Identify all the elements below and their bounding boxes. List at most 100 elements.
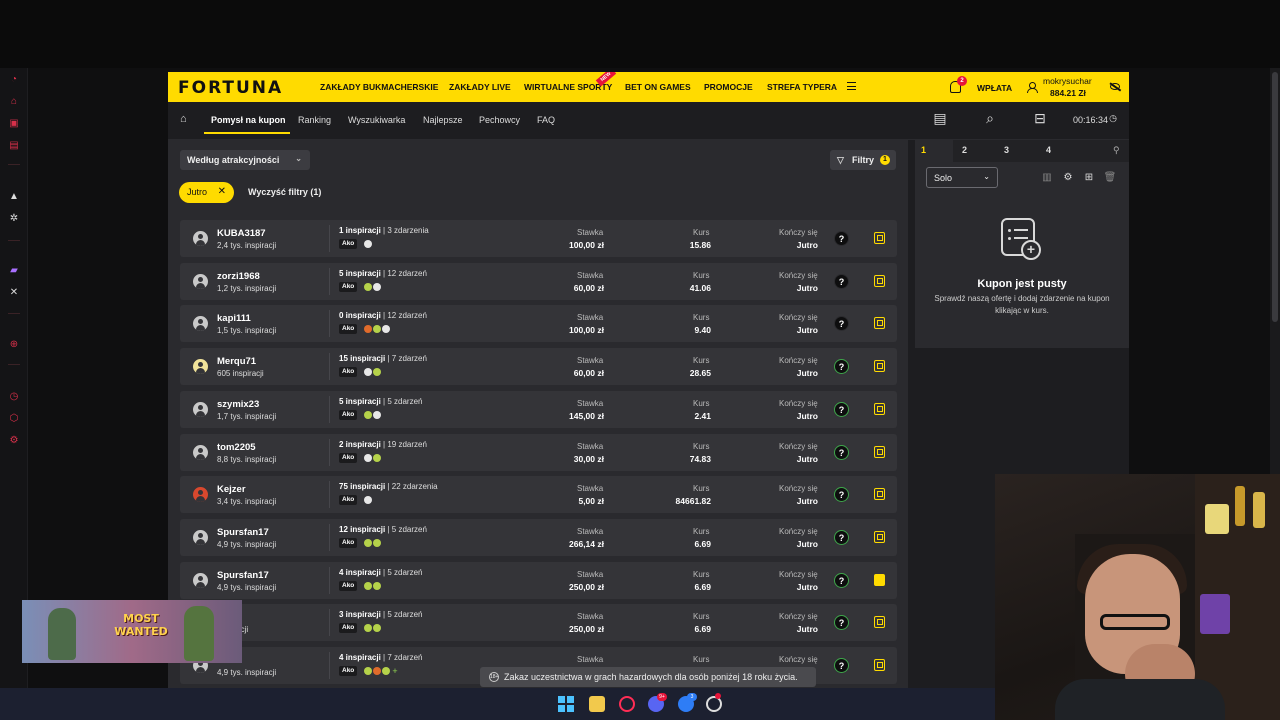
trash-icon[interactable]: 🗑 xyxy=(1104,171,1117,183)
history-icon[interactable]: ◷ xyxy=(7,389,21,403)
help-icon[interactable]: ? xyxy=(834,529,849,545)
settings-icon[interactable]: ⚙ xyxy=(7,433,21,447)
tab-search[interactable]: Wyszukiwarka xyxy=(348,115,405,125)
odds-value[interactable]: 74.83 xyxy=(690,454,711,464)
x-icon[interactable]: ✕ xyxy=(7,285,21,299)
username[interactable]: mokrysuchar xyxy=(1043,76,1092,86)
betslip-tab-3[interactable]: 3 xyxy=(1004,145,1009,155)
nav-promotions[interactable]: PROMOCJE xyxy=(704,82,753,92)
opera-icon[interactable] xyxy=(619,696,635,712)
avatar[interactable] xyxy=(193,444,208,460)
help-icon[interactable]: ? xyxy=(834,615,849,631)
betslip-tab-1[interactable]: 1 xyxy=(921,145,926,155)
odds-value[interactable]: 15.86 xyxy=(690,240,711,250)
tipster-name[interactable]: Spursfan17 xyxy=(217,570,269,581)
tab-coupon-ideas[interactable]: Pomysł na kupon xyxy=(211,115,286,125)
media-icon[interactable]: ▤ xyxy=(7,138,21,152)
odds-value[interactable]: 41.06 xyxy=(690,283,711,293)
copy-coupon-icon[interactable] xyxy=(874,317,885,330)
fortuna-logo[interactable]: FORTUNA xyxy=(178,78,283,98)
filters-button[interactable]: ▽ Filtry 1 xyxy=(830,150,896,170)
home-icon[interactable]: ⌂ xyxy=(180,113,187,125)
copy-coupon-icon[interactable] xyxy=(874,402,885,415)
pin-icon[interactable]: ⚲ xyxy=(1113,145,1120,156)
nav-bookmaker-bets[interactable]: ZAKŁADY BUKMACHERSKIE xyxy=(320,82,438,92)
copy-coupon-icon[interactable] xyxy=(874,360,885,373)
table-row[interactable]: fan17inspiracji3 inspiracji | 5 zdarzeńA… xyxy=(180,604,897,642)
odds-value[interactable]: 9.40 xyxy=(694,325,711,335)
copy-coupon-icon[interactable] xyxy=(874,445,885,458)
close-icon[interactable]: ✕ xyxy=(218,186,226,197)
odds-value[interactable]: 6.69 xyxy=(694,624,711,634)
sort-dropdown[interactable]: Według atrakcyjności ⌄ xyxy=(180,150,310,170)
tipster-name[interactable]: tom2205 xyxy=(217,442,256,453)
file-explorer-icon[interactable] xyxy=(589,696,605,712)
openai-icon[interactable]: ✲ xyxy=(7,211,21,225)
odds-value[interactable]: 6.69 xyxy=(694,539,711,549)
tipster-name[interactable]: Merqu71 xyxy=(217,356,256,367)
windows-start-icon[interactable] xyxy=(558,696,574,712)
filter-chip-tomorrow[interactable]: Jutro ✕ xyxy=(179,182,234,203)
user-icon[interactable] xyxy=(1027,82,1038,93)
avatar[interactable] xyxy=(193,572,208,588)
tipster-name[interactable]: Spursfan17 xyxy=(217,527,269,538)
deposit-button[interactable]: WPŁATA xyxy=(977,83,1012,93)
speed-icon[interactable]: ◔ xyxy=(7,72,21,86)
avatar[interactable] xyxy=(193,316,208,332)
table-row[interactable]: kapi111 1,5 tys. inspiracji 0 inspiracji |… xyxy=(180,305,897,343)
avatar[interactable] xyxy=(193,401,208,417)
odds-value[interactable]: 28.65 xyxy=(690,368,711,378)
card-icon[interactable]: ▣ xyxy=(7,116,21,130)
avatar[interactable] xyxy=(193,487,208,503)
search-icon[interactable]: ⌕ xyxy=(982,110,998,126)
copy-coupon-icon[interactable] xyxy=(874,530,885,543)
help-icon[interactable]: ? xyxy=(834,273,849,289)
tipster-name[interactable]: kapi111 xyxy=(217,313,251,324)
tipster-name[interactable]: Kejzer xyxy=(217,484,246,495)
help-icon[interactable]: ? xyxy=(834,359,849,375)
clear-filters-link[interactable]: Wyczyść filtry (1) xyxy=(248,187,321,197)
add-box-icon[interactable]: ⊞ xyxy=(1083,171,1095,183)
nav-bet-on-games[interactable]: BET ON GAMES xyxy=(625,82,691,92)
table-row[interactable]: KUBA3187 2,4 tys. inspiracji 1 inspiracji … xyxy=(180,220,897,257)
table-row[interactable]: Spursfan17 4,9 tys. inspiracji 4 inspiracj… xyxy=(180,561,897,599)
betslip-tab-4[interactable]: 4 xyxy=(1046,145,1051,155)
menu-icon[interactable] xyxy=(847,82,856,90)
odds-value[interactable]: 84661.82 xyxy=(676,496,711,506)
help-icon[interactable]: ? xyxy=(834,316,849,332)
help-icon[interactable]: ? xyxy=(834,487,849,503)
plus-circle-icon[interactable]: ⊕ xyxy=(7,337,21,351)
book-icon[interactable]: ▥ xyxy=(1041,171,1053,183)
tipster-name[interactable]: szymix23 xyxy=(217,399,259,410)
betslip-tab-2[interactable]: 2 xyxy=(962,145,967,155)
avatar[interactable] xyxy=(193,273,208,289)
nav-tipster-zone[interactable]: STREFA TYPERA xyxy=(767,82,837,92)
help-icon[interactable]: ? xyxy=(834,231,849,246)
scan-icon[interactable]: ⊟ xyxy=(1032,110,1048,126)
copy-coupon-icon[interactable] xyxy=(874,616,885,629)
twitch-icon[interactable]: ▰ xyxy=(7,263,21,277)
table-row[interactable]: Spursfan17 4,9 tys. inspiracji 12 inspirac… xyxy=(180,518,897,556)
help-icon[interactable]: ? xyxy=(834,572,849,588)
tab-faq[interactable]: FAQ xyxy=(537,115,555,125)
receipt-icon[interactable]: ▤ xyxy=(932,110,948,126)
table-row[interactable]: tom2205 8,8 tys. inspiracji 2 inspiracji |… xyxy=(180,433,897,471)
hide-balance-icon[interactable] xyxy=(1110,83,1120,90)
table-row[interactable]: zorzi1968 1,2 tys. inspiracji 5 inspiracji… xyxy=(180,262,897,300)
tipster-name[interactable]: zorzi1968 xyxy=(217,271,260,282)
tab-ranking[interactable]: Ranking xyxy=(298,115,331,125)
bet-type-dropdown[interactable]: Solo ⌄ xyxy=(926,167,998,188)
tab-unlucky[interactable]: Pechowcy xyxy=(479,115,520,125)
settings-icon[interactable]: ⚙ xyxy=(1062,171,1074,183)
copy-coupon-icon[interactable] xyxy=(874,274,885,287)
scrollbar-thumb[interactable] xyxy=(1272,72,1278,322)
avatar[interactable] xyxy=(193,529,208,545)
app-icon[interactable]: ▲ xyxy=(7,189,21,203)
odds-value[interactable]: 6.69 xyxy=(694,582,711,592)
help-icon[interactable]: ? xyxy=(834,401,849,417)
help-icon[interactable]: ? xyxy=(834,444,849,460)
copy-coupon-icon[interactable] xyxy=(874,488,885,501)
cube-icon[interactable]: ⬡ xyxy=(7,411,21,425)
tipster-name[interactable]: KUBA3187 xyxy=(217,228,266,239)
avatar[interactable] xyxy=(193,359,208,375)
